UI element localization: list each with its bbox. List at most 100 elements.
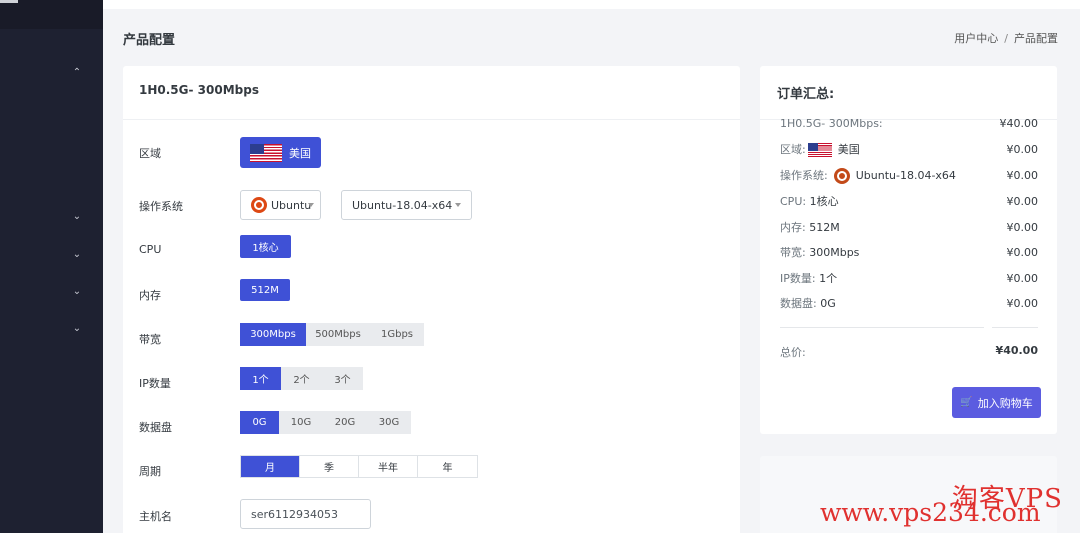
us-flag-icon — [807, 143, 832, 157]
chevron-up-icon[interactable]: ⌃ — [72, 68, 82, 78]
watermark-url: www.vps234.com — [820, 498, 1041, 527]
summary-row-price: ¥40.00 — [999, 116, 1039, 130]
total-label: 总价: — [780, 346, 806, 359]
chevron-down-icon[interactable]: ⌄ — [72, 287, 82, 297]
summary-row-price: ¥0.00 — [1006, 271, 1039, 285]
summary-row: IP数量: 1个 ¥0.00 — [780, 270, 1038, 286]
summary-row-price: ¥0.00 — [1006, 296, 1039, 310]
breadcrumb-separator: / — [1004, 32, 1008, 45]
summary-row-value: 0G — [820, 297, 836, 310]
ip-option-1[interactable]: 1个 — [240, 367, 281, 390]
summary-row-price: ¥0.00 — [1006, 220, 1039, 234]
region-option-us[interactable]: 美国 — [240, 137, 321, 168]
summary-row-value: 300Mbps — [809, 246, 860, 259]
total-value: ¥40.00 — [995, 344, 1038, 357]
summary-title: 订单汇总: — [777, 87, 835, 102]
memory-option[interactable]: 512M — [240, 279, 290, 301]
logo-icon — [0, 0, 18, 3]
disk-option-20g[interactable]: 20G — [323, 411, 367, 434]
summary-row-price: ¥0.00 — [1006, 245, 1039, 259]
disk-option-30g[interactable]: 30G — [367, 411, 411, 434]
cpu-label: CPU — [139, 243, 162, 256]
os-family-select[interactable]: Ubuntu — [240, 190, 321, 220]
period-option-month[interactable]: 月 — [241, 456, 300, 477]
summary-row-price: ¥0.00 — [1006, 194, 1039, 208]
breadcrumb-current: 产品配置 — [1014, 32, 1058, 45]
breadcrumb: 用户中心 / 产品配置 — [954, 30, 1058, 46]
summary-row-label: 1H0.5G- 300Mbps: — [780, 116, 883, 130]
ip-count-options: 1个 2个 3个 — [240, 367, 363, 390]
ip-count-label: IP数量 — [139, 377, 171, 390]
memory-label: 内存 — [139, 289, 161, 302]
watermark: 淘客VPS www.vps234.com — [818, 478, 1073, 530]
disk-options: 0G 10G 20G 30G — [240, 411, 411, 434]
os-version-value: Ubuntu-18.04-x64 — [352, 198, 453, 212]
period-options: 月 季 半年 年 — [240, 455, 478, 478]
period-label: 周期 — [139, 465, 161, 478]
summary-row: 操作系统: Ubuntu-18.04-x64 ¥0.00 — [780, 167, 1039, 184]
summary-row: 数据盘: 0G ¥0.00 — [780, 295, 1038, 311]
os-version-select[interactable]: Ubuntu-18.04-x64 — [341, 190, 472, 220]
summary-row-value: 1核心 — [809, 195, 839, 208]
summary-row: 内存: 512M ¥0.00 — [780, 219, 1038, 235]
disk-label: 数据盘 — [139, 421, 172, 434]
bandwidth-label: 带宽 — [139, 333, 161, 346]
summary-row-price: ¥0.00 — [1006, 168, 1039, 182]
summary-row-label: CPU: — [780, 195, 807, 208]
cpu-option[interactable]: 1核心 — [240, 235, 291, 258]
chevron-down-icon[interactable]: ⌄ — [72, 212, 82, 222]
bandwidth-options: 300Mbps 500Mbps 1Gbps — [240, 323, 424, 346]
ip-option-3[interactable]: 3个 — [322, 367, 363, 390]
order-summary-card: 订单汇总: 1H0.5G- 300Mbps: ¥40.00 区域: 美国 ¥0.0… — [760, 66, 1057, 434]
summary-row-label: 区域: — [780, 143, 806, 156]
summary-row-label: 内存: — [780, 221, 806, 234]
caret-down-icon — [455, 203, 461, 207]
period-option-quarter[interactable]: 季 — [300, 456, 359, 477]
top-bar — [103, 0, 1080, 9]
summary-row-label: IP数量: — [780, 272, 816, 285]
caret-down-icon — [308, 203, 314, 207]
product-config-card: 1H0.5G- 300Mbps 区域 美国 操作系统 Ubuntu Ubuntu… — [123, 66, 740, 533]
ip-option-2[interactable]: 2个 — [281, 367, 322, 390]
hostname-input[interactable]: ser6112934053 — [240, 499, 371, 529]
page-title: 产品配置 — [123, 33, 176, 48]
add-to-cart-label: 加入购物车 — [977, 397, 1033, 410]
bandwidth-option-1gbps[interactable]: 1Gbps — [370, 323, 424, 346]
os-label: 操作系统 — [139, 200, 183, 213]
summary-row: 1H0.5G- 300Mbps: ¥40.00 — [780, 115, 1038, 131]
disk-option-0g[interactable]: 0G — [240, 411, 279, 434]
sidebar: ⌃ ⌄ ⌄ ⌄ ⌄ — [0, 0, 103, 533]
bandwidth-option-300mbps[interactable]: 300Mbps — [240, 323, 306, 346]
summary-row-label: 带宽: — [780, 246, 806, 259]
period-option-year[interactable]: 年 — [418, 456, 477, 477]
summary-row: CPU: 1核心 ¥0.00 — [780, 193, 1038, 209]
summary-total: 总价: ¥40.00 — [780, 344, 1038, 360]
breadcrumb-home[interactable]: 用户中心 — [954, 32, 998, 45]
os-family-value: Ubuntu — [271, 198, 312, 212]
summary-divider — [992, 327, 1038, 328]
chevron-down-icon[interactable]: ⌄ — [72, 324, 82, 334]
summary-row-value: Ubuntu-18.04-x64 — [855, 168, 956, 182]
summary-divider — [780, 327, 984, 328]
disk-option-10g[interactable]: 10G — [279, 411, 323, 434]
summary-row-value: 512M — [809, 221, 840, 234]
summary-row: 区域: 美国 ¥0.00 — [780, 141, 1038, 157]
add-to-cart-button[interactable]: 🛒 加入购物车 — [952, 387, 1041, 418]
bandwidth-option-500mbps[interactable]: 500Mbps — [306, 323, 370, 346]
chevron-down-icon[interactable]: ⌄ — [72, 250, 82, 260]
summary-row-label: 数据盘: — [780, 297, 817, 310]
summary-row-value: 美国 — [837, 143, 860, 156]
summary-row: 带宽: 300Mbps ¥0.00 — [780, 244, 1038, 260]
summary-row-value: 1个 — [819, 272, 838, 285]
us-flag-icon — [250, 143, 282, 162]
product-name: 1H0.5G- 300Mbps — [123, 66, 740, 120]
summary-row-label: 操作系统: — [780, 168, 828, 182]
ubuntu-icon — [833, 167, 850, 184]
logo-bar — [0, 0, 103, 29]
period-option-half-year[interactable]: 半年 — [359, 456, 418, 477]
hostname-label: 主机名 — [139, 510, 172, 523]
summary-row-price: ¥0.00 — [1006, 142, 1039, 156]
ubuntu-icon — [251, 197, 267, 213]
region-label: 区域 — [139, 147, 161, 160]
cart-icon: 🛒 — [960, 397, 973, 408]
